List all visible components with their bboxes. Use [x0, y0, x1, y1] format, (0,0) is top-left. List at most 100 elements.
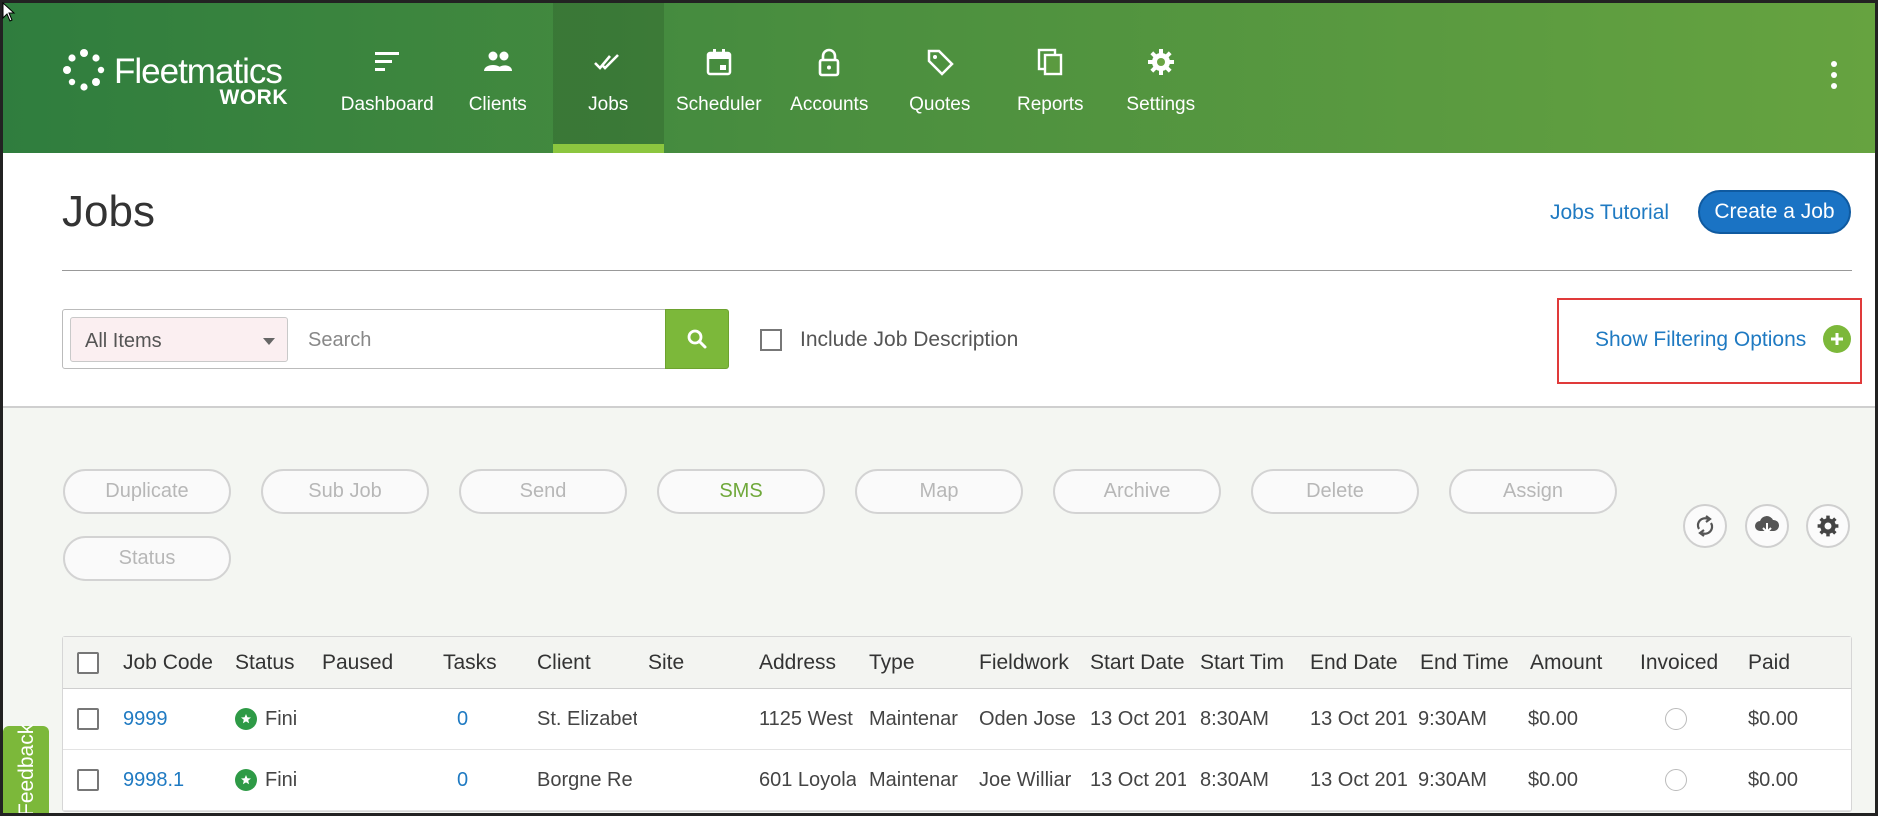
- search-button[interactable]: [665, 309, 729, 369]
- copy-icon: [1038, 48, 1063, 76]
- nav-clients[interactable]: Clients: [443, 0, 554, 153]
- job-code-link[interactable]: 9998.1: [123, 750, 218, 810]
- sub-job-button[interactable]: Sub Job: [261, 469, 429, 514]
- row-select-cell: [77, 689, 99, 749]
- nav-label: Scheduler: [675, 94, 762, 115]
- status-text: Fini: [265, 707, 298, 730]
- start-date-cell: 13 Oct 201: [1090, 768, 1186, 791]
- end-time-cell: 9:30AM: [1418, 768, 1487, 791]
- amount-cell: $0.00: [1528, 707, 1579, 730]
- nav-reports[interactable]: Reports: [995, 0, 1106, 153]
- type-cell: Maintenar: [869, 768, 958, 791]
- column-header-fieldworker[interactable]: Fieldwork: [979, 637, 1076, 688]
- plus-circle-icon[interactable]: [1823, 325, 1851, 353]
- sms-button[interactable]: SMS: [657, 469, 825, 514]
- nav-scheduler[interactable]: Scheduler: [664, 0, 775, 153]
- start-date-cell: 13 Oct 201: [1090, 707, 1186, 730]
- assign-button[interactable]: Assign: [1449, 469, 1617, 514]
- calendar-icon: [706, 49, 731, 76]
- refresh-button[interactable]: [1683, 504, 1727, 548]
- row-checkbox[interactable]: [77, 708, 99, 730]
- delete-button[interactable]: Delete: [1251, 469, 1419, 514]
- column-header-type[interactable]: Type: [869, 637, 964, 688]
- job-code-link[interactable]: 9999: [123, 689, 218, 749]
- nav-label: Dashboard: [340, 94, 434, 115]
- column-header-paid[interactable]: Paid: [1748, 637, 1828, 688]
- column-header-start-date[interactable]: Start Date: [1090, 637, 1186, 688]
- column-header-amount[interactable]: Amount: [1530, 637, 1630, 688]
- invoiced-toggle[interactable]: [1665, 708, 1687, 730]
- nav-label: Reports: [1016, 94, 1084, 115]
- paid-cell: $0.00: [1748, 768, 1799, 791]
- logo-dots-icon: [63, 49, 105, 91]
- map-button[interactable]: Map: [855, 469, 1023, 514]
- invoiced-toggle[interactable]: [1665, 769, 1687, 791]
- more-options-icon[interactable]: [1822, 58, 1846, 98]
- include-description-checkbox[interactable]: [760, 329, 782, 351]
- start-time-cell: 8:30AM: [1200, 768, 1269, 791]
- duplicate-button[interactable]: Duplicate: [63, 469, 231, 514]
- status-cell: Fini: [235, 689, 307, 749]
- table-row[interactable]: 9998.1 Fini 0 Borgne Re 601 Loyola Maint…: [63, 750, 1851, 811]
- item-filter-select[interactable]: All Items: [70, 317, 288, 362]
- nav-settings[interactable]: Settings: [1106, 0, 1217, 153]
- column-header-client[interactable]: Client: [537, 637, 637, 688]
- jobs-icon: [594, 54, 620, 70]
- include-description-label: Include Job Description: [800, 328, 1019, 351]
- clients-icon: [483, 51, 512, 71]
- nav-quotes[interactable]: Quotes: [885, 0, 996, 153]
- caret-down-icon: [263, 338, 275, 345]
- nav-label: Jobs: [588, 94, 629, 115]
- column-header-status[interactable]: Status: [235, 637, 307, 688]
- status-button[interactable]: Status: [63, 536, 231, 581]
- cloud-download-icon: [1755, 516, 1780, 534]
- column-header-end-time[interactable]: End Time: [1420, 637, 1518, 688]
- search-bar: All Items: [62, 309, 729, 369]
- table-settings-button[interactable]: [1806, 504, 1850, 548]
- nav-label: Quotes: [909, 94, 971, 115]
- search-icon: [687, 329, 707, 349]
- download-button[interactable]: [1745, 504, 1789, 548]
- archive-button[interactable]: Archive: [1053, 469, 1221, 514]
- nav-label: Accounts: [790, 94, 869, 115]
- column-header-start-time[interactable]: Start Tim: [1200, 637, 1296, 688]
- fieldworker-cell: Joe Williar: [979, 768, 1072, 791]
- nav-jobs[interactable]: Jobs: [553, 0, 664, 153]
- column-header-site[interactable]: Site: [648, 637, 728, 688]
- nav-label: Clients: [468, 94, 527, 115]
- client-cell: St. Elizabet: [537, 707, 637, 730]
- nav-accounts[interactable]: Accounts: [774, 0, 885, 153]
- column-header-job-code[interactable]: Job Code: [123, 637, 218, 688]
- paid-cell: $0.00: [1748, 707, 1799, 730]
- show-filtering-options-link[interactable]: Show Filtering Options: [1595, 328, 1806, 352]
- column-header-invoiced[interactable]: Invoiced: [1640, 637, 1740, 688]
- gear-icon: [1147, 49, 1174, 75]
- nav-dashboard[interactable]: Dashboard: [332, 0, 443, 153]
- nav-label: Settings: [1126, 94, 1196, 115]
- logo-subtitle: WORK: [219, 86, 288, 109]
- gear-icon: [1817, 515, 1839, 537]
- finished-status-icon: [235, 769, 257, 791]
- feedback-tab[interactable]: Feedback: [3, 724, 49, 816]
- jobs-tutorial-link[interactable]: Jobs Tutorial: [1550, 201, 1669, 225]
- start-time-cell: 8:30AM: [1200, 707, 1269, 730]
- tasks-count-link[interactable]: 0: [457, 750, 487, 810]
- type-cell: Maintenar: [869, 707, 958, 730]
- create-job-button[interactable]: Create a Job: [1698, 190, 1851, 234]
- tasks-count-link[interactable]: 0: [457, 689, 487, 749]
- send-button[interactable]: Send: [459, 469, 627, 514]
- refresh-icon: [1696, 515, 1714, 537]
- fleetmatics-logo[interactable]: Fleetmatics WORK: [62, 48, 302, 110]
- row-checkbox[interactable]: [77, 769, 99, 791]
- select-all-checkbox[interactable]: [77, 651, 99, 674]
- page-title: Jobs: [62, 187, 155, 236]
- top-navigation-bar: Fleetmatics WORK Dashboard Clients Jobs: [0, 0, 1878, 153]
- column-header-end-date[interactable]: End Date: [1310, 637, 1408, 688]
- column-header-address[interactable]: Address: [759, 637, 854, 688]
- header-divider: [62, 270, 1852, 271]
- column-header-tasks[interactable]: Tasks: [443, 637, 513, 688]
- search-input[interactable]: [298, 318, 648, 362]
- column-header-paused[interactable]: Paused: [322, 637, 412, 688]
- table-row[interactable]: 9999 Fini 0 St. Elizabet 1125 West Maint…: [63, 689, 1851, 750]
- client-cell: Borgne Re: [537, 768, 633, 791]
